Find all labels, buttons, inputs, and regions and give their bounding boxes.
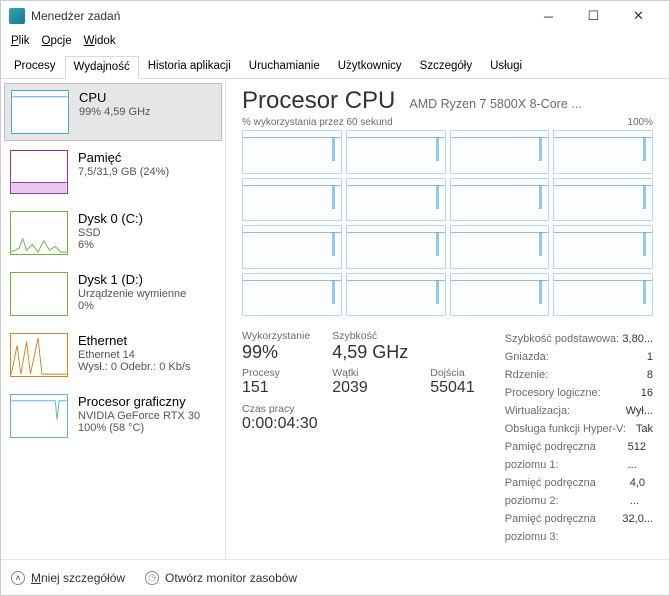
- sidebar-memory-title: Pamięć: [78, 150, 169, 165]
- chart-label-row: % wykorzystania przez 60 sekund 100%: [242, 117, 653, 128]
- core-chart: [242, 178, 342, 222]
- core-chart: [553, 225, 653, 269]
- sidebar-cpu-sub: 99% 4,59 GHz: [79, 106, 151, 118]
- sidebar-disk0-text: Dysk 0 (C:) SSD 6%: [78, 211, 143, 257]
- sidebar-item-ethernet[interactable]: Ethernet Ethernet 14 Wysł.: 0 Odebr.: 0 …: [4, 327, 222, 385]
- close-button[interactable]: ✕: [616, 1, 661, 31]
- maximize-button[interactable]: ☐: [571, 1, 616, 31]
- menu-view[interactable]: Widok: [80, 33, 120, 49]
- fewer-details-label: niej szczegółów: [41, 571, 125, 585]
- sidebar-item-disk1[interactable]: Dysk 1 (D:) Urządzenie wymienne 0%: [4, 266, 222, 324]
- open-resource-monitor-label: Otwórz monitor zasobów: [165, 571, 297, 585]
- stats-left-col: Wykorzystanie 99% Szybkość 4,59 GHz Proc…: [242, 330, 475, 546]
- minimize-button[interactable]: ─: [526, 1, 571, 31]
- cpu-thumb-icon: [11, 90, 69, 134]
- chart-label-left: % wykorzystania przez 60 sekund: [242, 117, 393, 128]
- page-title: Procesor CPU: [242, 87, 395, 115]
- sidebar-cpu-title: CPU: [79, 90, 151, 105]
- sidebar-ethernet-text: Ethernet Ethernet 14 Wysł.: 0 Odebr.: 0 …: [78, 333, 190, 379]
- tab-processes[interactable]: Procesy: [5, 55, 65, 78]
- sidebar: CPU 99% 4,59 GHz Pamięć 7,5/31,9 GB (24%…: [1, 79, 226, 559]
- sidebar-gpu-title: Procesor graficzny: [78, 394, 200, 409]
- menu-options[interactable]: Opcje: [38, 33, 76, 49]
- menubar: Plik Opcje Widok: [1, 31, 669, 51]
- core-chart: [346, 178, 446, 222]
- stat-handles: Dojścia 55041: [430, 367, 475, 397]
- tab-details[interactable]: Szczegóły: [411, 55, 481, 78]
- body: CPU 99% 4,59 GHz Pamięć 7,5/31,9 GB (24%…: [1, 79, 669, 559]
- core-chart: [450, 130, 550, 174]
- core-chart: [450, 273, 550, 317]
- sidebar-item-disk0[interactable]: Dysk 0 (C:) SSD 6%: [4, 205, 222, 263]
- sidebar-disk0-sub1: SSD: [78, 227, 143, 239]
- memory-thumb-icon: [10, 150, 68, 194]
- sidebar-disk1-sub1: Urządzenie wymienne: [78, 288, 186, 300]
- menu-file[interactable]: Plik: [7, 33, 34, 49]
- stat-threads: Wątki 2039: [332, 367, 408, 397]
- chart-label-right: 100%: [627, 117, 653, 128]
- tab-app-history[interactable]: Historia aplikacji: [139, 55, 240, 78]
- sidebar-memory-text: Pamięć 7,5/31,9 GB (24%): [78, 150, 169, 196]
- sidebar-gpu-text: Procesor graficzny NVIDIA GeForce RTX 30…: [78, 394, 200, 440]
- sidebar-gpu-sub1: NVIDIA GeForce RTX 30: [78, 410, 200, 422]
- stat-speed: Szybkość 4,59 GHz: [332, 330, 408, 363]
- stats-info: Szybkość podstawowa:3,80... Gniazda:1 Rd…: [505, 330, 653, 546]
- disk0-thumb-icon: [10, 211, 68, 255]
- main-panel: Procesor CPU AMD Ryzen 7 5800X 8-Core ..…: [226, 79, 669, 559]
- core-chart: [450, 178, 550, 222]
- ethernet-thumb-icon: [10, 333, 68, 377]
- core-grid[interactable]: [242, 130, 653, 316]
- sidebar-ethernet-sub1: Ethernet 14: [78, 349, 190, 361]
- core-chart: [553, 273, 653, 317]
- sidebar-item-memory[interactable]: Pamięć 7,5/31,9 GB (24%): [4, 144, 222, 202]
- app-icon: [9, 8, 25, 24]
- stats: Wykorzystanie 99% Szybkość 4,59 GHz Proc…: [242, 330, 653, 546]
- sidebar-disk0-sub2: 6%: [78, 239, 143, 251]
- window-controls: ─ ☐ ✕: [526, 1, 661, 31]
- cpu-model: AMD Ryzen 7 5800X 8-Core ...: [409, 97, 653, 111]
- sidebar-item-gpu[interactable]: Procesor graficzny NVIDIA GeForce RTX 30…: [4, 388, 222, 446]
- disk1-thumb-icon: [10, 272, 68, 316]
- sidebar-disk1-text: Dysk 1 (D:) Urządzenie wymienne 0%: [78, 272, 186, 318]
- core-chart: [242, 273, 342, 317]
- sidebar-ethernet-title: Ethernet: [78, 333, 190, 348]
- gpu-thumb-icon: [10, 394, 68, 438]
- sidebar-memory-sub: 7,5/31,9 GB (24%): [78, 166, 169, 178]
- fewer-details-button[interactable]: ˄ Mniej szczegółów: [11, 571, 125, 585]
- core-chart: [242, 225, 342, 269]
- footer: ˄ Mniej szczegółów ◷ Otwórz monitor zaso…: [1, 559, 669, 595]
- open-resource-monitor-link[interactable]: ◷ Otwórz monitor zasobów: [145, 571, 297, 585]
- sidebar-item-cpu[interactable]: CPU 99% 4,59 GHz: [4, 83, 222, 141]
- sidebar-cpu-text: CPU 99% 4,59 GHz: [79, 90, 151, 134]
- sidebar-disk1-title: Dysk 1 (D:): [78, 272, 186, 287]
- sidebar-disk0-title: Dysk 0 (C:): [78, 211, 143, 226]
- tab-services[interactable]: Usługi: [481, 55, 531, 78]
- main-header: Procesor CPU AMD Ryzen 7 5800X 8-Core ..…: [242, 87, 653, 115]
- core-chart: [346, 225, 446, 269]
- chevron-up-icon: ˄: [11, 571, 25, 585]
- core-chart: [553, 130, 653, 174]
- tab-users[interactable]: Użytkownicy: [329, 55, 411, 78]
- stat-uptime: Czas pracy 0:00:04:30: [242, 403, 475, 433]
- core-chart: [346, 273, 446, 317]
- core-chart: [450, 225, 550, 269]
- tabs: Procesy Wydajność Historia aplikacji Uru…: [1, 51, 669, 79]
- window-title: Menedżer zadań: [31, 9, 526, 23]
- core-chart: [553, 178, 653, 222]
- tab-performance[interactable]: Wydajność: [65, 56, 139, 79]
- stat-processes: Procesy 151: [242, 367, 310, 397]
- sidebar-gpu-sub2: 100% (58 °C): [78, 422, 200, 434]
- stats-grid: Wykorzystanie 99% Szybkość 4,59 GHz Proc…: [242, 330, 475, 397]
- sidebar-disk1-sub2: 0%: [78, 300, 186, 312]
- sidebar-ethernet-sub2: Wysł.: 0 Odebr.: 0 Kb/s: [78, 361, 190, 373]
- resource-monitor-icon: ◷: [145, 571, 159, 585]
- core-chart: [242, 130, 342, 174]
- core-chart: [346, 130, 446, 174]
- titlebar: Menedżer zadań ─ ☐ ✕: [1, 1, 669, 31]
- stat-utilization: Wykorzystanie 99%: [242, 330, 310, 363]
- tab-startup[interactable]: Uruchamianie: [240, 55, 329, 78]
